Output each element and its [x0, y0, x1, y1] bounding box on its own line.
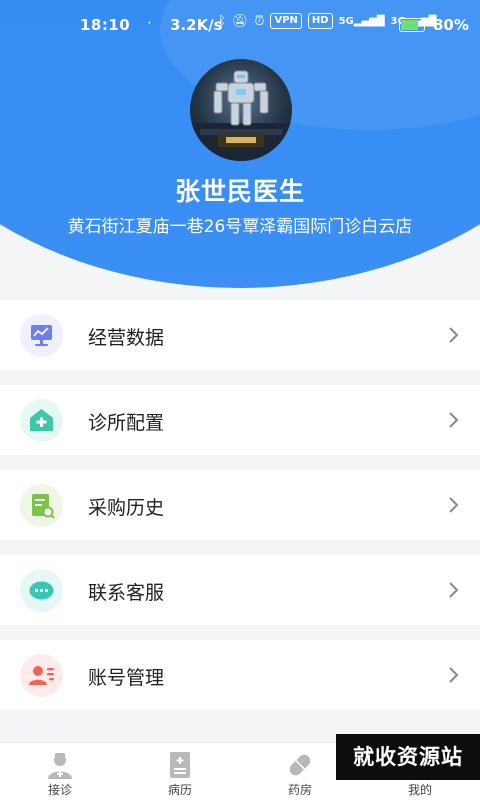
menu-icon-bg-1: [20, 399, 63, 442]
battery-percent: 80%: [433, 16, 469, 34]
alarm-clock-icon: ⏰︎: [254, 13, 265, 29]
hd-badge: HD: [307, 13, 333, 29]
watermark-banner: 就收资源站: [336, 734, 480, 780]
profile-header: 18:10 · 3.2K/s ᛒ 🔕︎ ⏰︎ VPN HD 5G▂▄▆█ 3G▂…: [0, 0, 480, 288]
signal-5g-icon: 5G▂▄▆█: [338, 15, 385, 27]
menu-icon-bg-0: [20, 314, 63, 357]
tab-label: 药房: [287, 783, 312, 797]
chevron-right-icon: [449, 582, 459, 598]
menu-label: 经营数据: [88, 327, 165, 349]
chevron-right-icon: [449, 327, 459, 343]
mute-bell-icon: 🔕︎: [231, 13, 249, 29]
menu-item-business-data[interactable]: 经营数据: [0, 300, 480, 370]
status-bar: 18:10 · 3.2K/s ᛒ 🔕︎ ⏰︎ VPN HD 5G▂▄▆█ 3G▂…: [0, 0, 480, 50]
account-card-icon: [29, 666, 54, 685]
menu-item-purchase-history[interactable]: 采购历史: [0, 470, 480, 540]
status-time: 18:10: [80, 16, 131, 34]
menu-icon-bg-2: [20, 484, 63, 527]
tab-medical-records[interactable]: 病历: [120, 743, 240, 801]
tab-label: 我的: [407, 783, 432, 797]
order-search-icon: [32, 494, 55, 519]
tab-reception[interactable]: 接诊: [0, 743, 120, 801]
menu-label: 诊所配置: [88, 412, 165, 434]
signal-5g-label: 5G: [338, 15, 354, 27]
vpn-badge: VPN: [270, 13, 302, 29]
chevron-right-icon: [449, 667, 459, 683]
medical-record-icon: [170, 752, 190, 778]
menu-label: 采购历史: [88, 497, 165, 519]
avatar[interactable]: [190, 59, 292, 161]
battery-fill: [401, 20, 418, 30]
doctor-name: 张世民医生: [174, 177, 305, 206]
menu-icon-bg-3: [20, 569, 63, 612]
chevron-right-icon: [449, 497, 459, 513]
clinic-address: 黄石街江夏庙一巷26号覃泽霸国际门诊白云店: [67, 217, 413, 237]
network-speed: 3.2K/s: [170, 16, 223, 34]
battery-icon: [399, 18, 425, 32]
tab-label: 病历: [167, 783, 192, 797]
doctor-icon: [48, 753, 72, 779]
chevron-right-icon: [449, 412, 459, 428]
clinic-home-icon: [30, 409, 53, 431]
menu-item-customer-service[interactable]: 联系客服: [0, 555, 480, 625]
menu-label: 联系客服: [88, 582, 165, 604]
menu-icon-bg-4: [20, 654, 63, 697]
tab-label: 接诊: [47, 783, 72, 797]
mech-robot-image: [190, 70, 292, 161]
pill-icon: [289, 754, 311, 776]
chat-bubble-icon: [29, 581, 54, 600]
menu-item-account-management[interactable]: 账号管理: [0, 640, 480, 710]
chart-monitor-icon: [31, 325, 52, 346]
bluetooth-icon: ᛒ: [218, 13, 226, 29]
status-dot: ·: [147, 14, 152, 32]
menu-item-clinic-config[interactable]: 诊所配置: [0, 385, 480, 455]
menu-label: 账号管理: [88, 667, 165, 689]
